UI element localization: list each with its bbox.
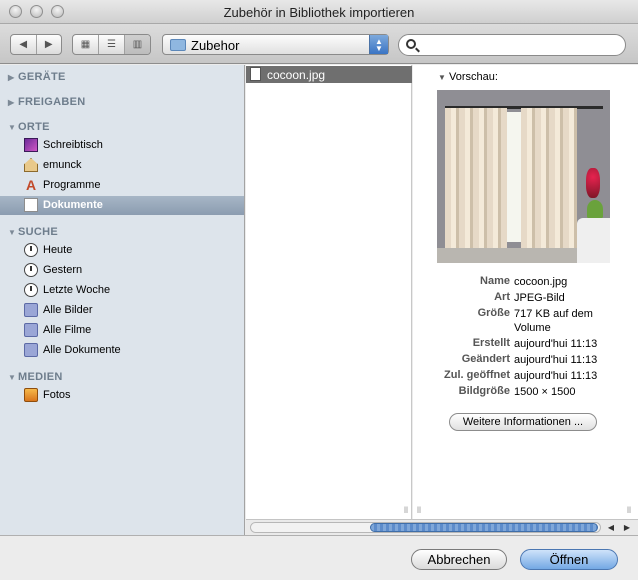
toolbar: ◀ ▶ ▦ ☰ ▥ Zubehor ▲ ▼ (0, 24, 638, 64)
info-label: Erstellt (472, 337, 510, 349)
sidebar-item-photos[interactable]: Fotos (0, 386, 244, 405)
info-label: Art (494, 291, 510, 303)
disclosure-right-icon: ▶ (8, 73, 15, 82)
sidebar-item-yesterday[interactable]: Gestern (0, 261, 244, 280)
window-title: Zubehör in Bibliothek importieren (223, 5, 415, 20)
smart-folder-icon (24, 343, 38, 357)
smart-folder-icon (24, 303, 38, 317)
popup-arrows-icon: ▲ ▼ (369, 35, 388, 54)
open-button[interactable]: Öffnen (520, 549, 618, 570)
dialog-footer: Abbrechen Öffnen (0, 535, 638, 580)
file-column: cocoon.jpg ll (246, 65, 412, 519)
scroll-thumb[interactable] (370, 523, 598, 532)
arrow-left-icon: ◀ (607, 523, 615, 532)
location-popup[interactable]: Zubehor ▲ ▼ (162, 34, 389, 55)
disclosure-down-icon: ▼ (8, 228, 17, 237)
sidebar-section-media[interactable]: ▼ MEDIEN (8, 371, 63, 383)
preview-image (437, 90, 610, 263)
smart-folder-icon (24, 323, 38, 337)
location-label: Zubehor (191, 38, 240, 53)
view-mode-buttons: ▦ ☰ ▥ (72, 34, 151, 55)
scroll-left-button[interactable]: ◀ (604, 521, 618, 534)
info-value: cocoon.jpg (514, 276, 568, 288)
horizontal-scrollbar[interactable]: ◀ ▶ (246, 519, 638, 535)
sidebar-section-shared[interactable]: ▶ FREIGABEN (8, 96, 85, 108)
info-value: JPEG-Bild (514, 292, 565, 304)
file-item-cocoon[interactable]: cocoon.jpg (246, 66, 412, 83)
sidebar-item-all-images[interactable]: Alle Bilder (0, 301, 244, 320)
info-value: 1500 × 1500 (514, 386, 576, 398)
sidebar-item-desktop[interactable]: Schreibtisch (0, 136, 244, 155)
search-field[interactable] (398, 34, 626, 56)
disclosure-right-icon: ▶ (8, 98, 15, 107)
disclosure-down-icon: ▼ (8, 373, 17, 382)
folder-icon (170, 39, 186, 51)
sidebar-item-all-documents[interactable]: Alle Dokumente (0, 341, 244, 360)
sidebar: ▶ GERÄTE ▶ FREIGABEN ▼ ORTE Schreibtisch em… (0, 65, 245, 535)
info-label: Name (480, 275, 510, 287)
photos-icon (24, 388, 38, 402)
info-label: Zul. geöffnet (444, 369, 510, 381)
preview-header[interactable]: ▼ Vorschau: (438, 71, 498, 83)
sidebar-item-applications[interactable]: A Programme (0, 176, 244, 195)
info-value: aujourd'hui 11:13 (514, 370, 598, 382)
sidebar-item-all-movies[interactable]: Alle Filme (0, 321, 244, 340)
back-button[interactable]: ◀ (11, 35, 36, 54)
icon-view-button[interactable]: ▦ (73, 35, 98, 54)
disclosure-down-icon: ▼ (438, 73, 446, 82)
column-view-icon: ▥ (132, 39, 143, 50)
cancel-button[interactable]: Abbrechen (411, 549, 507, 570)
preview-pane: ▼ Vorschau: Name cocoon.jpg Art JPEG-Bild … (413, 65, 638, 519)
file-info: Name cocoon.jpg Art JPEG-Bild Größe 717 KB … (413, 275, 638, 401)
disclosure-down-icon: ▼ (8, 123, 17, 132)
info-value: aujourd'hui 11:13 (514, 338, 598, 350)
list-view-button[interactable]: ☰ (98, 35, 124, 54)
column-resize-handle[interactable]: ll (417, 505, 421, 515)
list-view-icon: ☰ (107, 39, 116, 50)
arrow-right-icon: ▶ (623, 523, 631, 532)
sidebar-item-last-week[interactable]: Letzte Woche (0, 281, 244, 300)
column-view-button[interactable]: ▥ (124, 35, 150, 54)
sidebar-section-places[interactable]: ▼ ORTE (8, 121, 50, 133)
desktop-icon (24, 138, 38, 152)
jpeg-file-icon (250, 67, 261, 81)
forward-button[interactable]: ▶ (35, 35, 62, 54)
info-label: Geändert (461, 353, 510, 365)
info-value: aujourd'hui 11:13 (514, 354, 598, 366)
document-icon (24, 198, 38, 212)
clock-icon (24, 243, 38, 257)
more-info-button[interactable]: Weitere Informationen ... (449, 413, 597, 431)
column-resize-handle[interactable]: ll (627, 505, 631, 515)
info-value: 717 KB auf dem Volume (514, 308, 593, 334)
sidebar-section-devices[interactable]: ▶ GERÄTE (8, 71, 66, 83)
search-icon (406, 39, 416, 49)
info-label: Größe (477, 307, 510, 319)
sidebar-item-documents[interactable]: Dokumente (0, 196, 244, 215)
home-icon (24, 158, 38, 172)
chevron-right-icon: ▶ (44, 39, 53, 50)
clock-icon (24, 263, 38, 277)
applications-icon: A (25, 177, 37, 193)
icon-view-icon: ▦ (80, 39, 91, 50)
scroll-right-button[interactable]: ▶ (620, 521, 634, 534)
info-label: Bildgröße (458, 385, 510, 397)
sidebar-item-today[interactable]: Heute (0, 241, 244, 260)
sidebar-item-home[interactable]: emunck (0, 156, 244, 175)
title-bar: Zubehör in Bibliothek importieren (0, 0, 638, 24)
clock-icon (24, 283, 38, 297)
column-resize-handle[interactable]: ll (404, 505, 408, 515)
chevron-left-icon: ◀ (19, 39, 28, 50)
sidebar-section-search[interactable]: ▼ SUCHE (8, 226, 58, 238)
navigation-buttons: ◀ ▶ (10, 34, 62, 55)
